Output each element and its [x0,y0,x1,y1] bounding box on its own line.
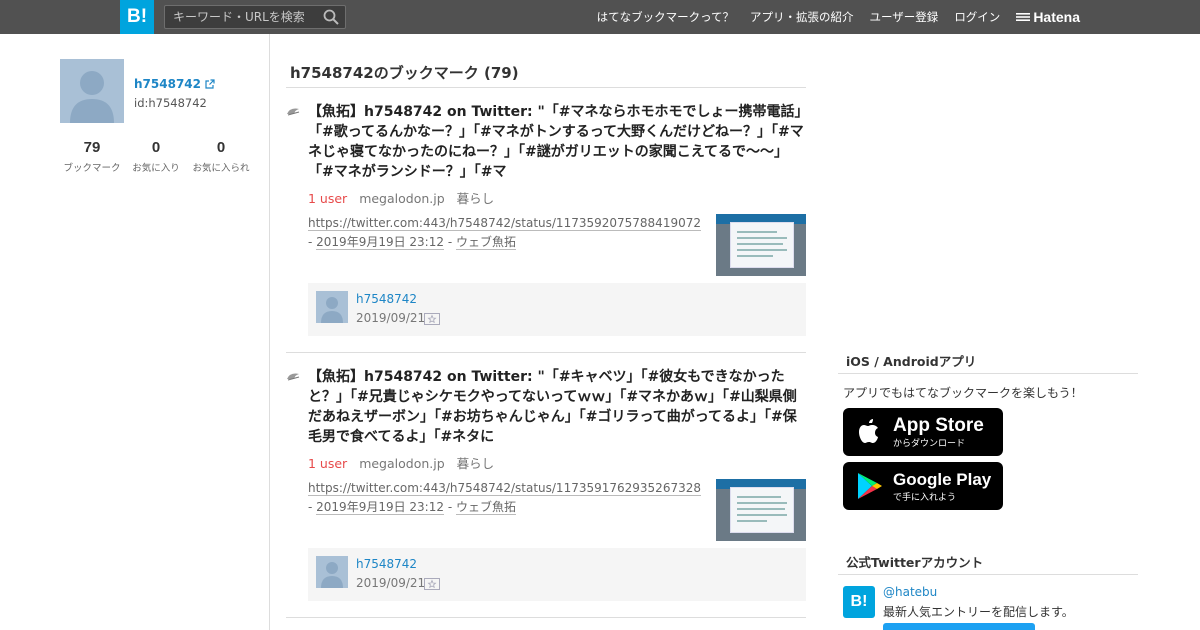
entry-category-link[interactable]: 暮らし [457,456,495,471]
comment-date-link[interactable]: 2019/09/21 [356,576,425,590]
thumbnail-line [737,502,787,504]
add-star-icon[interactable] [424,313,440,325]
hatena-bookmark-logo[interactable]: B! [120,0,154,34]
thumbnail-line [737,237,787,239]
entry-meta: 1 user megalodon.jp 暮らし [308,188,494,207]
search-icon[interactable] [323,9,339,25]
apps-section-text: アプリでもはてなブックマークを楽しもう！ [843,386,1083,400]
profile-username: h7548742 [134,77,201,91]
search-input[interactable] [165,6,315,28]
bookmark-comment: h7548742 2019/09/21 [308,548,806,601]
twitter-handle-link[interactable]: @hatebu [883,585,937,599]
nav-register[interactable]: ユーザー登録 [870,9,939,25]
apps-section-divider [838,373,1138,374]
thumbnail-line [737,249,787,251]
entry-description: https://twitter.com:443/h7548742/status/… [308,479,708,517]
megalodon-favicon-icon [287,108,300,116]
apple-icon [859,419,878,443]
header-nav: はてなブックマークって？ アプリ・拡張の紹介 ユーザー登録 ログイン Haten… [597,0,1200,34]
google-play-sublabel: で手に入れよう [893,492,957,503]
twitter-section-title: 公式Twitterアカウント [846,555,984,570]
google-play-label: Google Play [893,469,992,489]
nav-about[interactable]: はてなブックマークって？ [597,9,734,25]
entry-meta: 1 user megalodon.jp 暮らし [308,453,494,472]
comment-date-link[interactable]: 2019/09/21 [356,311,425,325]
hatena-brand-link[interactable]: Hatena [1016,9,1080,25]
entry-url-link[interactable]: https://twitter.com:443/h7548742/status/… [308,216,701,231]
comment-username-link[interactable]: h7548742 [356,292,417,306]
entry-separator-2: - [444,500,456,514]
entry-divider [286,617,806,618]
entry-thumbnail[interactable] [716,214,806,276]
google-play-button[interactable]: Google Play で手に入れよう [843,462,1003,510]
entry-date-link[interactable]: 2019年9月19日 23:12 [316,500,444,515]
entry-users-link[interactable]: 1 user [308,456,347,471]
title-divider [286,87,806,88]
hatena-mark-icon [1016,13,1031,21]
megalodon-favicon-icon [287,373,300,381]
thumbnail-line [737,255,773,257]
entry-category-link[interactable]: 暮らし [457,191,495,206]
bookmark-comment: h7548742 2019/09/21 [308,283,806,336]
comment-avatar[interactable] [316,291,348,323]
thumbnail-card [730,222,794,268]
page-title: h7548742のブックマーク (79) [290,64,519,82]
default-user-icon [321,297,343,323]
default-user-icon [321,562,343,588]
entry-domain-link[interactable]: megalodon.jp [359,456,444,471]
nav-apps[interactable]: アプリ・拡張の紹介 [750,9,854,25]
thumbnail-line [737,231,777,233]
entry-description: https://twitter.com:443/h7548742/status/… [308,214,708,252]
thumbnail-line [737,508,785,510]
comment-avatar[interactable] [316,556,348,588]
entry-thumbnail[interactable] [716,479,806,541]
entry-domain-link[interactable]: megalodon.jp [359,191,444,206]
profile-userid: id:h7548742 [134,96,207,110]
add-star-icon[interactable] [424,578,440,590]
google-play-text: Google Play で手に入れよう [893,470,991,503]
app-store-text: App Store からダウンロード [893,414,984,449]
twitter-follow-button[interactable] [883,623,1035,630]
stat-favorited-label: お気に入られ [192,163,250,174]
default-user-icon [70,71,114,123]
apps-section-title: iOS / Androidアプリ [846,354,977,369]
app-store-sublabel: からダウンロード [893,438,966,449]
entry-title-link[interactable]: 【魚拓】h7548742 on Twitter: "「#マネならホモホモでしょー… [308,102,806,182]
entry-divider [286,352,806,353]
stat-favorited[interactable]: 0 お気に入られ [181,139,261,174]
column-divider [269,34,270,630]
thumbnail-line [737,243,783,245]
external-link-icon [205,79,215,89]
entry-source-link[interactable]: ウェブ魚拓 [455,235,516,250]
entry-separator-2: - [444,235,456,249]
entry-separator: - [308,235,317,249]
app-store-label: App Store [893,414,984,436]
twitter-section-divider [838,574,1138,575]
entry-title-link[interactable]: 【魚拓】h7548742 on Twitter: "「#キャベツ」「#彼女もでき… [308,367,806,447]
entry-separator: - [308,500,317,514]
thumbnail-line [737,514,787,516]
nav-login[interactable]: ログイン [954,9,1000,25]
entry-date-link[interactable]: 2019年9月19日 23:12 [316,235,444,250]
search-box [164,5,346,29]
thumbnail-line [737,520,767,522]
app-store-button[interactable]: App Store からダウンロード [843,408,1003,456]
twitter-description: 最新人気エントリーを配信します。 [883,605,1074,619]
top-bar: B! はてなブックマークって？ アプリ・拡張の紹介 ユーザー登録 ログイン Ha… [0,0,1200,34]
google-play-icon [858,473,882,499]
hatebu-twitter-avatar[interactable]: B! [843,586,875,618]
thumbnail-card [730,487,794,533]
stat-favorited-value: 0 [216,139,226,156]
entry-url-link[interactable]: https://twitter.com:443/h7548742/status/… [308,481,701,496]
profile-avatar[interactable] [60,59,124,123]
thumbnail-line [737,496,781,498]
comment-username-link[interactable]: h7548742 [356,557,417,571]
entry-source-link[interactable]: ウェブ魚拓 [455,500,516,515]
profile-username-link[interactable]: h7548742 [134,77,215,91]
entry-users-link[interactable]: 1 user [308,191,347,206]
hatena-brand-label: Hatena [1033,9,1080,25]
